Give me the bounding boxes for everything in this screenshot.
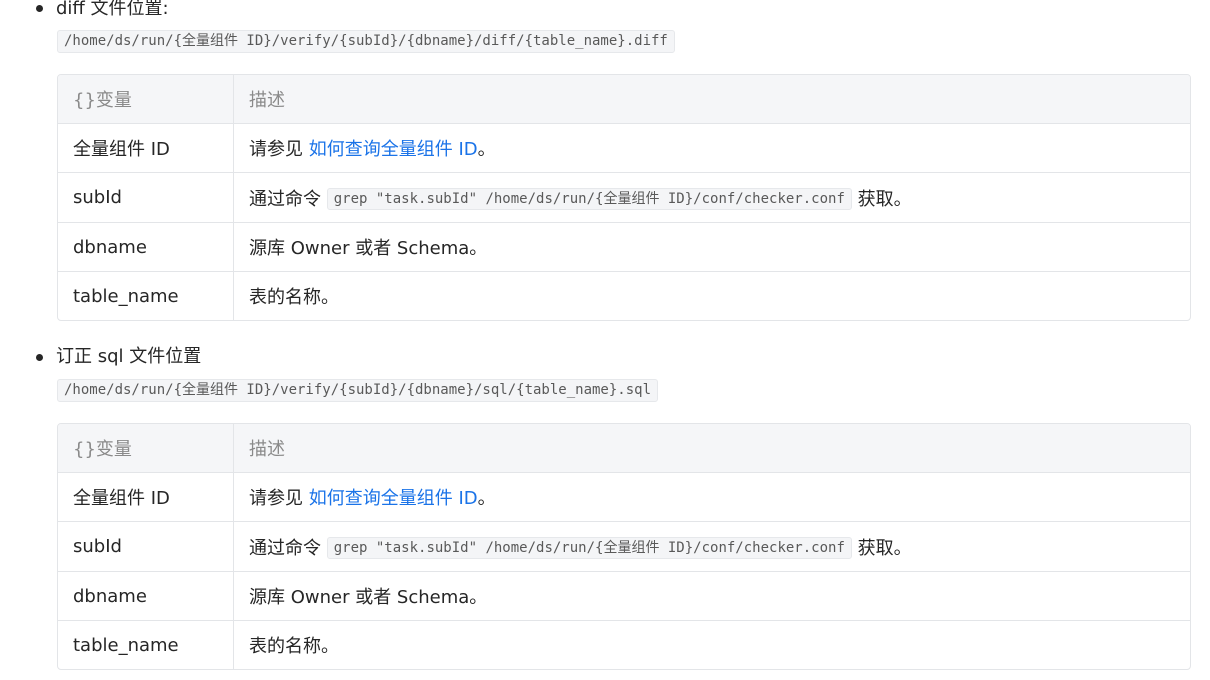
variable-name: dbname	[58, 223, 234, 272]
variable-name: 全量组件 ID	[58, 473, 234, 522]
variable-name: table_name	[58, 621, 234, 669]
variable-name: subId	[58, 522, 234, 572]
table-row: 全量组件 ID 请参见 如何查询全量组件 ID。	[58, 124, 1190, 173]
column-header-description: 描述	[234, 75, 1190, 124]
variable-description: 请参见 如何查询全量组件 ID。	[234, 124, 1190, 173]
variables-table: {}变量 描述 全量组件 ID 请参见 如何查询全量组件 ID。 subId 通…	[57, 74, 1191, 321]
table-header-row: {}变量 描述	[58, 75, 1190, 124]
variable-name: 全量组件 ID	[58, 124, 234, 173]
description-text: 获取。	[851, 537, 912, 559]
column-header-variable: {}变量	[58, 75, 234, 124]
description-text: 通过命令	[249, 188, 327, 210]
description-text: 。	[477, 139, 496, 160]
variable-description: 表的名称。	[249, 636, 339, 657]
variable-description: 源库 Owner 或者 Schema。	[234, 223, 1190, 272]
variable-description: 请参见 如何查询全量组件 ID。	[234, 473, 1190, 522]
table-row: subId 通过命令 grep "task.subId" /home/ds/ru…	[58, 522, 1190, 572]
section-heading: diff 文件位置:	[56, 0, 169, 19]
table-row: dbname 源库 Owner 或者 Schema。	[58, 572, 1190, 621]
table-row: dbname 源库 Owner 或者 Schema。	[58, 223, 1190, 272]
query-component-id-link[interactable]: 如何查询全量组件 ID	[309, 488, 478, 509]
table-row: table_name 表的名称。	[58, 621, 1190, 669]
variable-description: 表的名称。	[249, 287, 339, 308]
variable-description: 通过命令 grep "task.subId" /home/ds/run/{全量组…	[234, 522, 1190, 572]
file-path-code: /home/ds/run/{全量组件 ID}/verify/{subId}/{d…	[57, 379, 659, 402]
table-header-row: {}变量 描述	[58, 424, 1190, 473]
description-text: 获取。	[851, 188, 912, 210]
command-code: grep "task.subId" /home/ds/run/{全量组件 ID}…	[326, 536, 852, 559]
bullet-icon	[36, 354, 43, 361]
column-header-description: 描述	[234, 424, 1190, 473]
section-heading: 订正 sql 文件位置	[56, 346, 202, 367]
variable-name: table_name	[58, 272, 234, 320]
variable-description: 通过命令 grep "task.subId" /home/ds/run/{全量组…	[234, 173, 1190, 223]
table-row: table_name 表的名称。	[58, 272, 1190, 320]
variable-name: subId	[58, 173, 234, 223]
column-header-variable: {}变量	[58, 424, 234, 473]
description-text: 请参见	[249, 488, 309, 509]
command-code: grep "task.subId" /home/ds/run/{全量组件 ID}…	[326, 187, 852, 210]
description-text: 请参见	[249, 139, 309, 160]
file-path-code: /home/ds/run/{全量组件 ID}/verify/{subId}/{d…	[57, 30, 675, 53]
variables-table: {}变量 描述 全量组件 ID 请参见 如何查询全量组件 ID。 subId 通…	[57, 423, 1191, 670]
table-row: subId 通过命令 grep "task.subId" /home/ds/ru…	[58, 173, 1190, 223]
variable-name: dbname	[58, 572, 234, 621]
variable-description: 源库 Owner 或者 Schema。	[234, 572, 1190, 621]
query-component-id-link[interactable]: 如何查询全量组件 ID	[309, 139, 478, 160]
description-text: 通过命令	[249, 537, 327, 559]
description-text: 。	[477, 488, 496, 509]
table-row: 全量组件 ID 请参见 如何查询全量组件 ID。	[58, 473, 1190, 522]
bullet-icon	[36, 5, 43, 12]
